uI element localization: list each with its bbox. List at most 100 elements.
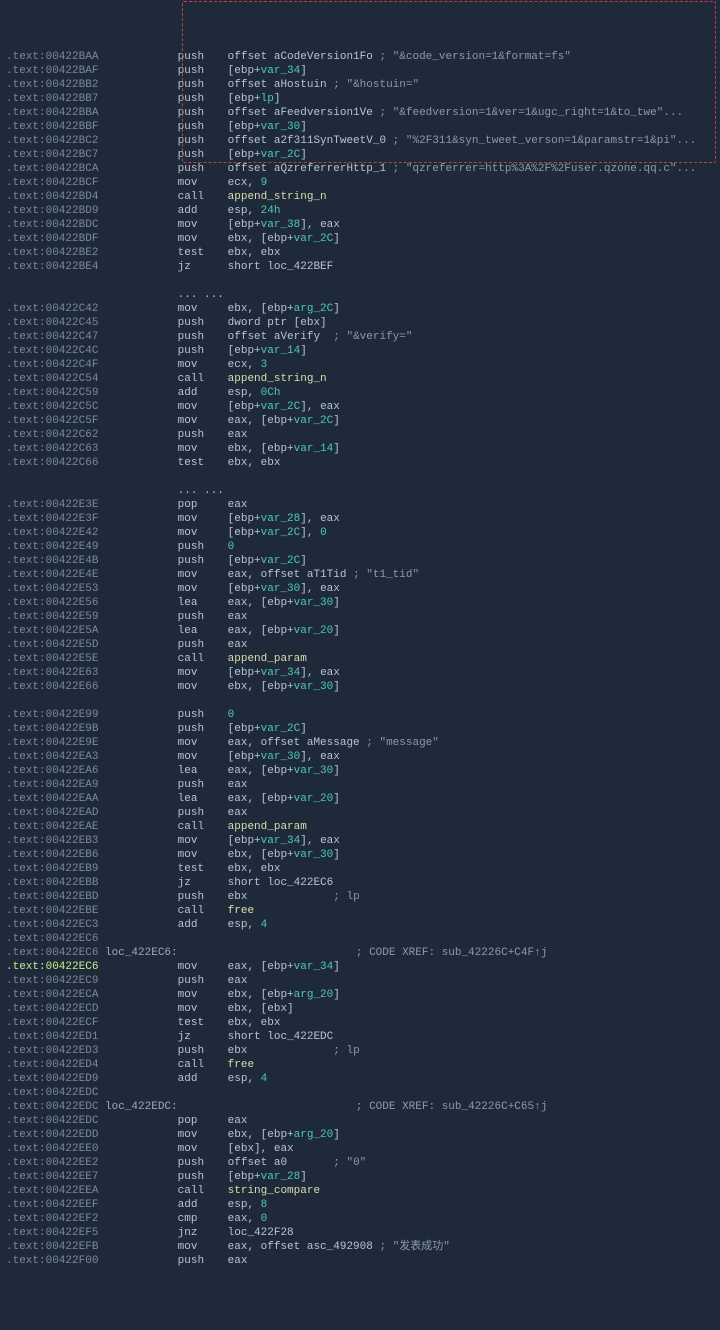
- asm-line[interactable]: .text:00422EDC: [0, 1086, 720, 1100]
- address: .text:00422E5A: [6, 625, 98, 637]
- mnemonic: push: [178, 50, 228, 64]
- asm-line[interactable]: .text:00422EC6 loc_422EC6: ; CODE XREF: …: [0, 946, 720, 960]
- asm-line[interactable]: .text:00422EE7 push [ebp+var_28]: [0, 1170, 720, 1184]
- asm-line[interactable]: .text:00422EDD mov ebx, [ebp+arg_20]: [0, 1128, 720, 1142]
- asm-line[interactable]: .text:00422E56 lea eax, [ebp+var_30]: [0, 596, 720, 610]
- asm-line[interactable]: .text:00422E4B push [ebp+var_2C]: [0, 554, 720, 568]
- asm-line[interactable]: .text:00422BAA push offset aCodeVersion1…: [0, 50, 720, 64]
- asm-line[interactable]: ... ...: [0, 484, 720, 498]
- asm-line[interactable]: .text:00422E9E mov eax, offset aMessage …: [0, 736, 720, 750]
- asm-line[interactable]: .text:00422ED1 jz short loc_422EDC: [0, 1030, 720, 1044]
- asm-line[interactable]: .text:00422C47 push offset aVerify ; "&v…: [0, 330, 720, 344]
- asm-line[interactable]: .text:00422ED3 push ebx ; lp: [0, 1044, 720, 1058]
- asm-line[interactable]: .text:00422EFB mov eax, offset asc_49290…: [0, 1240, 720, 1254]
- asm-line[interactable]: .text:00422E53 mov [ebp+var_30], eax: [0, 582, 720, 596]
- asm-line[interactable]: [0, 274, 720, 288]
- asm-line[interactable]: .text:00422E99 push 0: [0, 708, 720, 722]
- asm-line[interactable]: .text:00422BE4 jz short loc_422BEF: [0, 260, 720, 274]
- asm-line[interactable]: .text:00422E4E mov eax, offset aT1Tid ; …: [0, 568, 720, 582]
- asm-line[interactable]: .text:00422C4F mov ecx, 3: [0, 358, 720, 372]
- asm-line[interactable]: .text:00422C62 push eax: [0, 428, 720, 442]
- asm-line[interactable]: .text:00422EBD push ebx ; lp: [0, 890, 720, 904]
- address: .text:00422BAF: [6, 65, 98, 77]
- asm-line[interactable]: .text:00422BB2 push offset aHostuin ; "&…: [0, 78, 720, 92]
- asm-line[interactable]: .text:00422BBF push [ebp+var_30]: [0, 120, 720, 134]
- asm-line[interactable]: .text:00422EDC pop eax: [0, 1114, 720, 1128]
- operand: ebx: [228, 891, 334, 903]
- asm-line[interactable]: .text:00422EBE call free: [0, 904, 720, 918]
- asm-line[interactable]: .text:00422BAF push [ebp+var_34]: [0, 64, 720, 78]
- asm-line[interactable]: .text:00422BE2 test ebx, ebx: [0, 246, 720, 260]
- asm-line[interactable]: .text:00422BD9 add esp, 24h: [0, 204, 720, 218]
- asm-line[interactable]: .text:00422EE2 push offset a0 ; "0": [0, 1156, 720, 1170]
- asm-line[interactable]: .text:00422EA9 push eax: [0, 778, 720, 792]
- asm-line[interactable]: .text:00422C42 mov ebx, [ebp+arg_2C]: [0, 302, 720, 316]
- asm-line[interactable]: .text:00422BDF mov ebx, [ebp+var_2C]: [0, 232, 720, 246]
- asm-line[interactable]: .text:00422C5F mov eax, [ebp+var_2C]: [0, 414, 720, 428]
- asm-line[interactable]: [0, 694, 720, 708]
- asm-line[interactable]: .text:00422C66 test ebx, ebx: [0, 456, 720, 470]
- asm-line[interactable]: .text:00422EF2 cmp eax, 0: [0, 1212, 720, 1226]
- asm-line[interactable]: .text:00422C54 call append_string_n: [0, 372, 720, 386]
- asm-line[interactable]: .text:00422EC6: [0, 932, 720, 946]
- asm-line[interactable]: .text:00422BBA push offset aFeedversion1…: [0, 106, 720, 120]
- asm-line[interactable]: .text:00422EDC loc_422EDC: ; CODE XREF: …: [0, 1100, 720, 1114]
- asm-line[interactable]: .text:00422ED9 add esp, 4: [0, 1072, 720, 1086]
- asm-line[interactable]: .text:00422BB7 push [ebp+lp]: [0, 92, 720, 106]
- asm-line[interactable]: .text:00422E3F mov [ebp+var_28], eax: [0, 512, 720, 526]
- asm-line[interactable]: .text:00422EEF add esp, 8: [0, 1198, 720, 1212]
- asm-line[interactable]: .text:00422EC6 mov eax, [ebp+var_34]: [0, 960, 720, 974]
- asm-line[interactable]: [0, 470, 720, 484]
- asm-line[interactable]: .text:00422EB9 test ebx, ebx: [0, 862, 720, 876]
- address: .text:00422BC7: [6, 149, 98, 161]
- asm-line[interactable]: .text:00422BC7 push [ebp+var_2C]: [0, 148, 720, 162]
- asm-line[interactable]: .text:00422EAE call append_param: [0, 820, 720, 834]
- asm-line[interactable]: .text:00422EB6 mov ebx, [ebp+var_30]: [0, 848, 720, 862]
- asm-line[interactable]: .text:00422BC2 push offset a2f311SynTwee…: [0, 134, 720, 148]
- asm-line[interactable]: .text:00422C63 mov ebx, [ebp+var_14]: [0, 442, 720, 456]
- disassembly-listing[interactable]: .text:00422BAA push offset aCodeVersion1…: [0, 50, 720, 1268]
- asm-line[interactable]: .text:00422BCA push offset aQzreferrerHt…: [0, 162, 720, 176]
- asm-line[interactable]: .text:00422F00 push eax: [0, 1254, 720, 1268]
- asm-line[interactable]: .text:00422BCF mov ecx, 9: [0, 176, 720, 190]
- operand: [ebp+: [228, 667, 261, 679]
- address: .text:00422E53: [6, 583, 98, 595]
- asm-line[interactable]: .text:00422E5A lea eax, [ebp+var_20]: [0, 624, 720, 638]
- asm-line[interactable]: .text:00422ECA mov ebx, [ebp+arg_20]: [0, 988, 720, 1002]
- mnemonic: call: [178, 652, 228, 666]
- asm-line[interactable]: .text:00422EBB jz short loc_422EC6: [0, 876, 720, 890]
- asm-line[interactable]: .text:00422E5E call append_param: [0, 652, 720, 666]
- variable: var_34: [261, 65, 301, 77]
- asm-line[interactable]: .text:00422EC3 add esp, 4: [0, 918, 720, 932]
- asm-line[interactable]: .text:00422E59 push eax: [0, 610, 720, 624]
- asm-line[interactable]: .text:00422E49 push 0: [0, 540, 720, 554]
- asm-line[interactable]: .text:00422EC9 push eax: [0, 974, 720, 988]
- call-target: append_string_n: [228, 191, 327, 203]
- operand: ebx, [ebp+: [228, 681, 294, 693]
- asm-line[interactable]: .text:00422EEA call string_compare: [0, 1184, 720, 1198]
- mnemonic: mov: [178, 400, 228, 414]
- asm-line[interactable]: .text:00422EA3 mov [ebp+var_30], eax: [0, 750, 720, 764]
- asm-line[interactable]: ... ...: [0, 288, 720, 302]
- asm-line[interactable]: .text:00422BDC mov [ebp+var_38], eax: [0, 218, 720, 232]
- asm-line[interactable]: .text:00422C5C mov [ebp+var_2C], eax: [0, 400, 720, 414]
- asm-line[interactable]: .text:00422EAD push eax: [0, 806, 720, 820]
- asm-line[interactable]: .text:00422EB3 mov [ebp+var_34], eax: [0, 834, 720, 848]
- asm-line[interactable]: .text:00422ED4 call free: [0, 1058, 720, 1072]
- asm-line[interactable]: .text:00422C59 add esp, 0Ch: [0, 386, 720, 400]
- asm-line[interactable]: .text:00422E5D push eax: [0, 638, 720, 652]
- asm-line[interactable]: .text:00422EE0 mov [ebx], eax: [0, 1142, 720, 1156]
- asm-line[interactable]: .text:00422ECD mov ebx, [ebx]: [0, 1002, 720, 1016]
- asm-line[interactable]: .text:00422E3E pop eax: [0, 498, 720, 512]
- asm-line[interactable]: .text:00422BD4 call append_string_n: [0, 190, 720, 204]
- asm-line[interactable]: .text:00422E42 mov [ebp+var_2C], 0: [0, 526, 720, 540]
- address: .text:00422EE0: [6, 1143, 98, 1155]
- asm-line[interactable]: .text:00422EAA lea eax, [ebp+var_20]: [0, 792, 720, 806]
- asm-line[interactable]: .text:00422E63 mov [ebp+var_34], eax: [0, 666, 720, 680]
- asm-line[interactable]: .text:00422C45 push dword ptr [ebx]: [0, 316, 720, 330]
- asm-line[interactable]: .text:00422E9B push [ebp+var_2C]: [0, 722, 720, 736]
- asm-line[interactable]: .text:00422C4C push [ebp+var_14]: [0, 344, 720, 358]
- asm-line[interactable]: .text:00422EA6 lea eax, [ebp+var_30]: [0, 764, 720, 778]
- asm-line[interactable]: .text:00422ECF test ebx, ebx: [0, 1016, 720, 1030]
- asm-line[interactable]: .text:00422E66 mov ebx, [ebp+var_30]: [0, 680, 720, 694]
